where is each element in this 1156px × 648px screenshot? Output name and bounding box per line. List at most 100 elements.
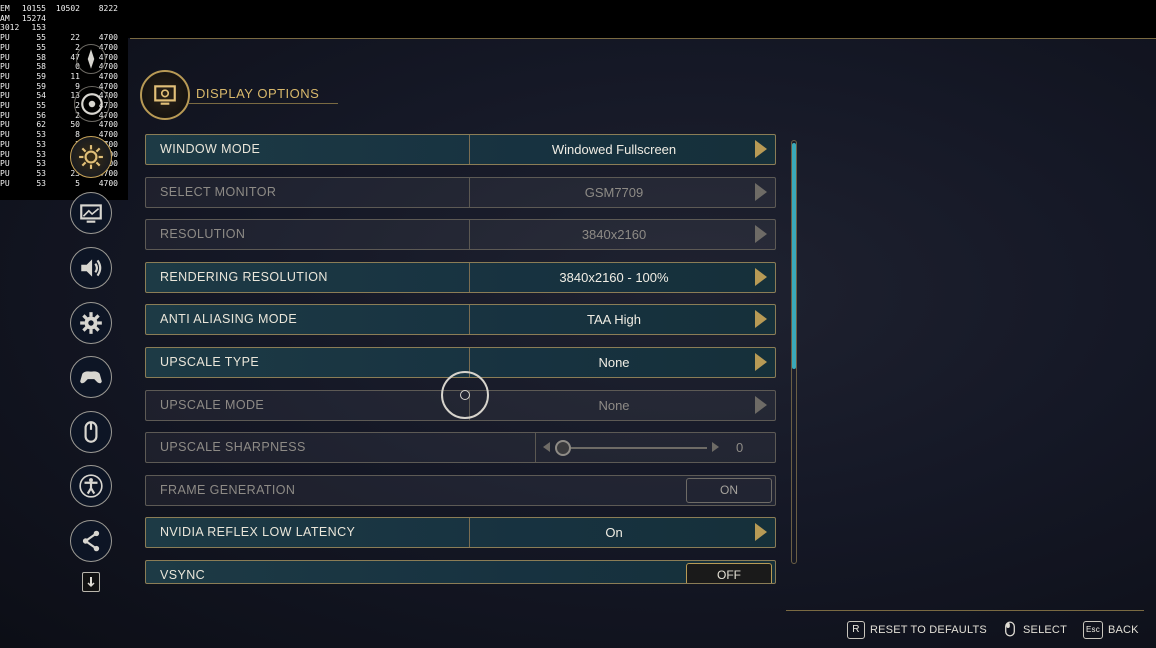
osd-cell: 62 [36,120,46,130]
osd-row: 3012 153 [0,23,128,33]
chevron-right-icon[interactable] [755,225,767,243]
osd-cell: 53 [36,178,46,188]
osd-cell: 22 [70,33,80,43]
header-divider [188,103,338,104]
chevron-right-icon[interactable] [755,268,767,286]
back-label: BACK [1107,624,1139,636]
setting-label: RESOLUTION [160,227,246,241]
slider-decrease-icon[interactable] [543,442,550,452]
slider-knob[interactable] [555,440,571,456]
setting-row-select-monitor[interactable]: SELECT MONITOR GSM7709 [145,177,776,208]
osd-cell: 54 [36,91,46,101]
osd-row: EM 10155 10502 8222 [0,4,128,14]
display-options-emblem [140,70,190,120]
osd-cell: 53 [36,139,46,149]
osd-cell: 53 [36,130,46,140]
setting-value: On [605,525,623,540]
chevron-right-icon[interactable] [755,140,767,158]
display-icon[interactable] [70,192,112,234]
gear-icon[interactable] [70,302,112,344]
setting-label: UPSCALE MODE [160,398,265,412]
top-bar [0,0,1156,38]
toggle-switch[interactable]: OFF [686,563,772,583]
setting-row-anti-aliasing-mode[interactable]: ANTI ALIASING MODE TAA High [145,304,776,335]
osd-row: PU 53 5 4700 [0,179,128,189]
reset-key: R [847,621,865,639]
osd-cell: 4700 [98,33,118,43]
download-icon[interactable] [82,572,100,592]
back-button[interactable]: Esc BACK [1083,621,1139,639]
setting-value: TAA High [587,312,641,327]
disc-icon[interactable] [74,86,110,122]
osd-row: PU 62 50 4700 [0,120,128,130]
setting-row-frame-generation[interactable]: FRAME GENERATION ON [145,475,776,506]
osd-cell: 59 [36,71,46,81]
setting-row-window-mode[interactable]: WINDOW MODE Windowed Fullscreen [145,134,776,165]
reset-defaults-button[interactable]: R RESET TO DEFAULTS [847,621,987,639]
osd-cell: 10155 [21,4,46,13]
chevron-right-icon[interactable] [755,396,767,414]
slider-increase-icon[interactable] [712,442,719,452]
footer-divider [786,610,1144,611]
setting-label: VSYNC [160,568,206,582]
osd-cell: 59 [36,81,46,91]
chevron-right-icon[interactable] [755,183,767,201]
osd-row: PU 59 9 4700 [0,82,128,92]
osd-row: PU 53 8 4700 [0,130,128,140]
osd-row: PU 55 2 4700 [0,43,128,53]
setting-label: RENDERING RESOLUTION [160,270,328,284]
osd-cell: 4700 [98,120,118,130]
osd-row: PU 58 0 4700 [0,62,128,72]
slider-track[interactable] [561,447,707,449]
mouse-icon [1002,621,1018,639]
select-label: SELECT [1023,624,1067,636]
setting-label: FRAME GENERATION [160,483,296,497]
speaker-icon[interactable] [70,247,112,289]
top-divider [130,38,1156,39]
osd-cell: 153 [31,23,46,33]
osd-cell: 9 [75,81,80,91]
osd-row: AM 15274 [0,14,128,24]
monitor-gear-icon [154,85,176,105]
osd-cell: 53 [36,168,46,178]
osd-cell: 0 [75,62,80,72]
setting-label: WINDOW MODE [160,142,261,156]
setting-row-rendering-resolution[interactable]: RENDERING RESOLUTION 3840x2160 - 100% [145,262,776,293]
setting-label: UPSCALE SHARPNESS [160,440,306,454]
setting-row-nvidia-reflex-low-latency[interactable]: NVIDIA REFLEX LOW LATENCY On [145,517,776,548]
osd-cell: 5 [75,178,80,188]
scrollbar-thumb[interactable] [792,143,796,369]
mouse-icon[interactable] [70,411,112,453]
setting-row-vsync[interactable]: VSYNC OFF [145,560,776,584]
osd-cell: 50 [70,120,80,130]
chevron-right-icon[interactable] [755,310,767,328]
osd-cell: 58 [36,52,46,62]
setting-row-resolution[interactable]: RESOLUTION 3840x2160 [145,219,776,250]
gear-sun-icon[interactable] [70,136,112,178]
chevron-right-icon[interactable] [755,353,767,371]
osd-row: PU 58 47 4700 [0,53,128,63]
slider-value: 0 [736,440,744,455]
osd-cell: 55 [36,42,46,52]
gamepad-icon[interactable] [70,356,112,398]
setting-value: None [598,398,630,413]
setting-value: 3840x2160 - 100% [559,270,669,285]
setting-label: SELECT MONITOR [160,185,277,199]
esc-key: Esc [1083,621,1103,639]
accessibility-icon[interactable] [70,465,112,507]
reset-label: RESET TO DEFAULTS [870,624,987,636]
setting-value: Windowed Fullscreen [551,142,677,157]
share-icon[interactable] [70,520,112,562]
cursor-dot [460,390,470,400]
compass-icon[interactable] [76,44,106,74]
select-button[interactable]: SELECT [1002,621,1067,639]
osd-cell: 53 [36,149,46,159]
osd-cell: 4700 [98,178,118,188]
osd-cell: 56 [36,110,46,120]
setting-label: UPSCALE TYPE [160,355,260,369]
chevron-right-icon[interactable] [755,523,767,541]
osd-cell: 55 [36,33,46,43]
osd-cell: 8222 [98,4,118,13]
toggle-switch[interactable]: ON [686,478,772,503]
setting-row-upscale-sharpness[interactable]: UPSCALE SHARPNESS 0 [145,432,776,463]
